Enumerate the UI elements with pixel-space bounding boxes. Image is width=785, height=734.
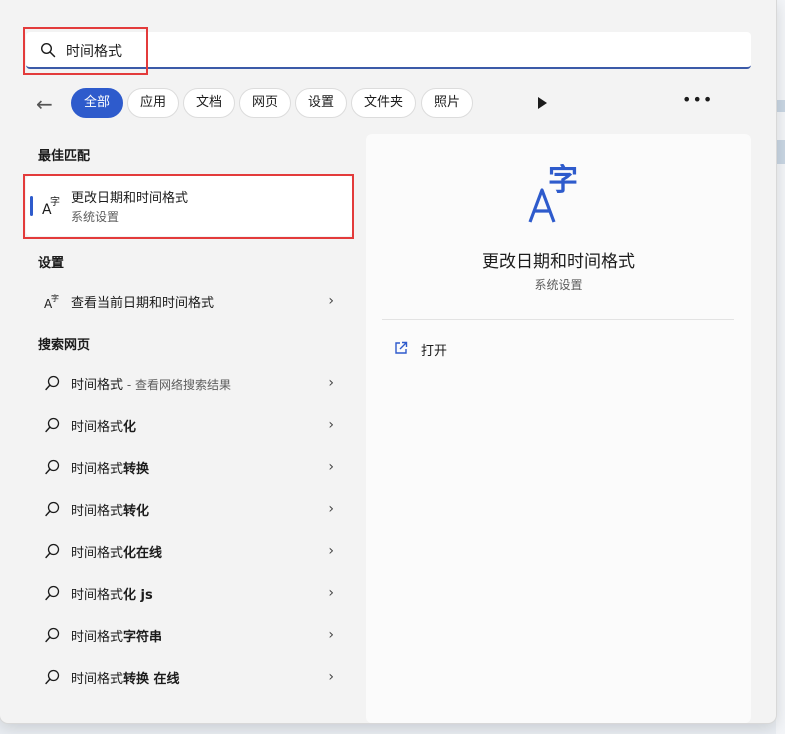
query-prefix: 时间格式 — [71, 420, 124, 435]
query-suffix: 化 js — [123, 588, 153, 603]
more-filters-play-icon[interactable] — [538, 97, 547, 109]
chevron-right-icon[interactable]: › — [328, 543, 334, 559]
filter-chip-settings[interactable]: 设置 — [295, 88, 348, 118]
web-search-text: 时间格式化 — [71, 416, 136, 435]
web-search-item[interactable]: 时间格式字符串 › — [26, 617, 352, 653]
web-search-text: 时间格式转化 — [71, 500, 149, 519]
background-strip — [776, 100, 785, 112]
query-prefix: 时间格式 — [71, 504, 124, 519]
web-search-item[interactable]: 时间格式 - 查看网络搜索结果 › — [26, 365, 352, 401]
query-suffix: 转换 在线 — [123, 672, 180, 687]
chevron-right-icon[interactable]: › — [328, 417, 334, 433]
language-format-icon: 字 — [528, 164, 578, 223]
query-suffix: 字符串 — [123, 630, 163, 645]
query-note: - 查看网络搜索结果 — [123, 378, 231, 392]
web-search-text: 时间格式化 js — [71, 584, 153, 603]
web-search-item[interactable]: 时间格式转换 › — [26, 449, 352, 485]
query-prefix: 时间格式 — [71, 630, 124, 645]
query-prefix: 时间格式 — [71, 588, 124, 603]
web-search-item[interactable]: 时间格式转换 在线 › — [26, 659, 352, 695]
web-search-text: 时间格式 - 查看网络搜索结果 — [71, 374, 231, 393]
filter-chip-all[interactable]: 全部 — [71, 88, 124, 118]
search-icon — [45, 417, 60, 433]
svg-text:字: 字 — [548, 164, 578, 198]
filter-chip-photos[interactable]: 照片 — [421, 88, 474, 118]
filter-bar: ← 全部 应用 文档 网页 设置 文件夹 照片 ••• — [36, 88, 752, 120]
chevron-right-icon[interactable]: › — [328, 585, 334, 601]
web-search-item[interactable]: 时间格式化 › — [26, 407, 352, 443]
web-search-text: 时间格式化在线 — [71, 542, 162, 561]
chevron-right-icon[interactable]: › — [328, 293, 334, 309]
web-search-text: 时间格式转换 — [71, 458, 149, 477]
open-action[interactable]: 打开 — [421, 340, 447, 359]
detail-pane: 字 更改日期和时间格式 系统设置 打开 — [366, 134, 751, 723]
filter-chip-folders[interactable]: 文件夹 — [351, 88, 417, 118]
query-prefix: 时间格式 — [71, 546, 124, 561]
query-suffix: 化 — [123, 420, 137, 435]
query-suffix: 转换 — [123, 462, 150, 477]
query-prefix: 时间格式 — [71, 378, 124, 393]
settings-item-label: 查看当前日期和时间格式 — [71, 296, 215, 311]
highlight-box-search — [23, 27, 148, 75]
open-external-icon[interactable] — [394, 341, 408, 355]
search-icon — [45, 585, 60, 601]
search-panel: 时间格式 ← 全部 应用 文档 网页 设置 文件夹 照片 ••• 最佳匹配 A … — [0, 0, 776, 723]
filter-chip-apps[interactable]: 应用 — [127, 88, 180, 118]
search-icon — [45, 543, 60, 559]
query-prefix: 时间格式 — [71, 672, 124, 687]
filter-chip-web[interactable]: 网页 — [239, 88, 292, 118]
query-suffix: 化在线 — [123, 546, 163, 561]
more-options-icon[interactable]: ••• — [682, 90, 713, 109]
web-search-text: 时间格式字符串 — [71, 626, 162, 645]
search-icon — [45, 501, 60, 517]
filter-chip-documents[interactable]: 文档 — [183, 88, 236, 118]
highlight-box-best-match — [23, 174, 354, 239]
web-search-item[interactable]: 时间格式转化 › — [26, 491, 352, 527]
chevron-right-icon[interactable]: › — [328, 669, 334, 685]
search-icon — [45, 627, 60, 643]
background-window-edge — [776, 0, 785, 734]
language-format-icon: A 字 — [44, 293, 59, 310]
chevron-right-icon[interactable]: › — [328, 459, 334, 475]
divider — [382, 319, 734, 320]
search-icon — [45, 459, 60, 475]
search-icon — [45, 375, 60, 391]
web-search-item[interactable]: 时间格式化 js › — [26, 575, 352, 611]
web-search-text: 时间格式转换 在线 — [71, 668, 180, 687]
query-suffix: 转化 — [123, 504, 150, 519]
svg-text:字: 字 — [51, 293, 59, 303]
chevron-right-icon[interactable]: › — [328, 627, 334, 643]
best-match-heading: 最佳匹配 — [38, 149, 91, 164]
chevron-right-icon[interactable]: › — [328, 375, 334, 391]
settings-item[interactable]: A 字 查看当前日期和时间格式 › — [26, 283, 352, 319]
detail-subtitle: 系统设置 — [534, 278, 583, 292]
background-strip — [776, 140, 785, 164]
query-prefix: 时间格式 — [71, 462, 124, 477]
chevron-right-icon[interactable]: › — [328, 501, 334, 517]
web-search-heading: 搜索网页 — [38, 338, 91, 353]
web-search-item[interactable]: 时间格式化在线 › — [26, 533, 352, 569]
search-icon — [45, 669, 60, 685]
back-arrow-icon[interactable]: ← — [36, 94, 60, 114]
detail-title: 更改日期和时间格式 — [482, 252, 635, 272]
settings-heading: 设置 — [38, 256, 65, 271]
